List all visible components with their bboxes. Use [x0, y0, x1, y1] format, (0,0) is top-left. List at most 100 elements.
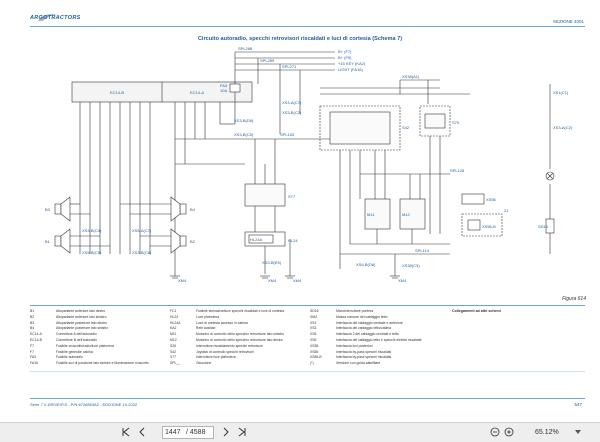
pdf-viewer-toolbar: 1447 / 4588 65.12%	[0, 422, 600, 442]
page-total-label: / 4588	[186, 429, 206, 436]
legend-description: Motorino di controllo dello specchio ret…	[196, 332, 285, 337]
svg-text:XS3-A(C2): XS3-A(C2)	[553, 125, 573, 130]
legend-code: SPL__	[170, 361, 181, 366]
zoom-out-icon[interactable]	[490, 427, 500, 437]
svg-text:SPL289: SPL289	[260, 58, 275, 63]
svg-text:SPL128: SPL128	[450, 168, 465, 173]
section-label: SEZIONE 4001	[552, 19, 584, 24]
legend-code: HL24	[170, 314, 179, 319]
first-page-icon[interactable]	[122, 427, 130, 437]
legend-code: XS3	[310, 326, 317, 331]
svg-text:B+ (F7): B+ (F7)	[338, 49, 352, 54]
legend-description: Altoparlante anteriore lato destro	[56, 309, 106, 313]
legend-code: XS56	[310, 349, 319, 354]
svg-text:B3: B3	[45, 207, 51, 212]
diagram-title: Circuito autoradio, specchi retrovisori …	[197, 36, 403, 42]
next-page-icon[interactable]	[222, 427, 230, 437]
legend-description: Altoparlante posteriore lato sinistro	[56, 326, 109, 331]
legend-column-heading: Collegamenti ad altri schemi	[452, 309, 501, 313]
svg-text:LIGHT (FA16): LIGHT (FA16)	[338, 67, 363, 72]
svg-text:XS38(C3): XS38(C3)	[402, 263, 420, 268]
legend-code: (*)	[310, 361, 314, 366]
svg-text:XS3-B(C5): XS3-B(C5)	[234, 132, 254, 137]
legend-description: Interfaccia 2 del cablaggio centrale e t…	[336, 332, 399, 337]
legend-code: S26	[170, 343, 177, 348]
legend-description: Interfaccia del cablaggio tetto e specch…	[336, 338, 422, 342]
legend-code: FC1	[170, 309, 177, 313]
legend-description: Altoparlante anteriore lato sinistro	[56, 314, 107, 319]
legend-description: Luce di cortesia accesso in cabina	[196, 320, 248, 325]
legend-description: Relè ausiliari	[196, 326, 216, 331]
svg-text:B1: B1	[45, 239, 51, 244]
svg-text:XS1(C1): XS1(C1)	[553, 90, 569, 95]
legend: B1 Altoparlante anteriore lato destro B2 Al…	[30, 309, 585, 369]
legend-description: Luce plafoniera	[196, 314, 220, 319]
legend-description: Microinterruttore portiera	[336, 309, 374, 313]
legend-code: F7	[30, 343, 34, 348]
svg-text:XS56: XS56	[486, 197, 497, 202]
svg-text:EC14-B: EC14-B	[110, 90, 124, 95]
legend-bottom-rule	[30, 371, 585, 372]
svg-text:SPL153: SPL153	[280, 132, 295, 137]
svg-text:HL24: HL24	[288, 238, 298, 243]
legend-code: XS5	[310, 332, 317, 337]
svg-text:SPL288: SPL288	[238, 46, 253, 51]
legend-code: XM4	[310, 314, 317, 319]
svg-text:SPL271: SPL271	[282, 64, 297, 69]
speaker-b2	[170, 228, 187, 254]
speaker-b4	[170, 196, 187, 222]
svg-text:M11: M11	[367, 212, 375, 217]
svg-text:XS5-B(C5): XS5-B(C5)	[82, 250, 102, 255]
legend-code: B1	[30, 309, 35, 313]
legend-code: FA16	[30, 361, 38, 366]
legend-code: M11	[170, 332, 177, 337]
svg-text:XM4: XM4	[293, 278, 302, 283]
svg-text:XM4: XM4	[268, 278, 277, 283]
legend-description: Massa comune del cablaggio tetto	[336, 314, 388, 319]
document-page: ARGOTRACTORS SEZIONE 4001 Circuito autor…	[0, 0, 600, 422]
legend-code: FA3	[30, 355, 37, 360]
previous-page-icon[interactable]	[138, 427, 146, 437]
legend-description: Interfaccia by-pass specchi riscaldati	[336, 355, 392, 360]
svg-text:SD16: SD16	[538, 224, 549, 229]
legend-description: Fusibile sbrinatore/luce specchi riscald…	[196, 309, 285, 313]
svg-text:XM4: XM4	[398, 278, 407, 283]
svg-text:+15 KEY (KA2): +15 KEY (KA2)	[338, 61, 366, 66]
svg-text:EC14-A: EC14-A	[190, 90, 204, 95]
legend-description: Altoparlante posteriore lato destro	[56, 320, 107, 325]
wiring-diagram: EC14-B EC14-A SPL288 SPL289 SPL271 FA3 1…	[45, 46, 573, 283]
svg-text:XS3-B(C4): XS3-B(C4)	[82, 228, 102, 233]
legend-code: XS38	[310, 343, 319, 348]
svg-text:SPL114: SPL114	[415, 248, 430, 253]
legend-description: Connettore A dell'autoradio	[56, 332, 97, 337]
legend-rule	[30, 305, 585, 306]
last-page-icon[interactable]	[238, 427, 246, 437]
svg-text:XS6-B(D6): XS6-B(D6)	[356, 262, 376, 267]
svg-text:HL24A: HL24A	[250, 237, 263, 242]
legend-code: S42	[170, 349, 177, 354]
logo-text: ARGOTRACTORS	[30, 15, 81, 21]
svg-text:S79: S79	[452, 120, 460, 125]
chevron-down-icon[interactable]	[575, 430, 581, 434]
legend-code: XS1	[310, 320, 317, 325]
legend-description: Connettore B dell'autoradio	[56, 338, 97, 342]
legend-code: EC14-A	[30, 332, 42, 337]
zoom-in-icon[interactable]	[504, 427, 514, 437]
svg-text:XS38(A1): XS38(A1)	[402, 74, 420, 79]
legend-code: XS6	[310, 338, 317, 342]
svg-text:M12: M12	[402, 212, 411, 217]
legend-code: M12	[170, 338, 177, 342]
legend-code: KA2	[170, 326, 177, 331]
footer-rule	[30, 398, 585, 399]
legend-description: Versione con guida satellitare	[336, 361, 381, 366]
legend-code: HL24A	[170, 320, 181, 325]
svg-text:XS3-A(C7): XS3-A(C7)	[282, 100, 302, 105]
legend-description: Fusibile cruscotto/radio/luce plafoniera	[56, 343, 114, 348]
legend-description: Interruttore riscaldamento specchi retro…	[196, 343, 263, 348]
legend-description: Interfaccia by-pass specchi riscaldati	[336, 349, 392, 354]
svg-text:B4: B4	[190, 207, 196, 212]
legend-description: Fusibile luci di posizione lato sinistro…	[56, 361, 149, 366]
zoom-level[interactable]: 65.12%	[535, 426, 559, 439]
legend-code: EC14-B	[30, 338, 42, 342]
svg-text:XS56-B: XS56-B	[482, 224, 496, 229]
